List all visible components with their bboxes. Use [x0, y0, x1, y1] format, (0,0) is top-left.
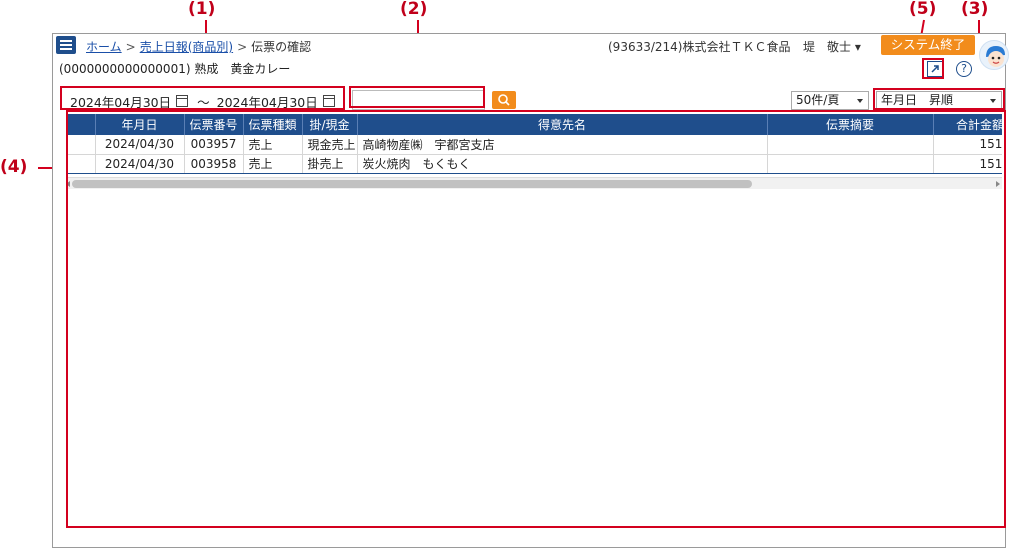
breadcrumb-current: 伝票の確認 [251, 40, 312, 54]
callout-4: (4) [0, 157, 28, 177]
date-to-field[interactable]: 2024年04月30日 [214, 92, 321, 111]
cell-total: 151,20 [933, 153, 1002, 174]
row-marker [66, 153, 96, 174]
date-range-filter: 2024年04月30日 ～ 2024年04月30日 [67, 92, 340, 110]
horizontal-scrollbar[interactable] [66, 177, 1002, 189]
column-header[interactable]: 掛/現金 [302, 114, 358, 135]
sort-order-select[interactable]: 年月日 昇順 [876, 91, 1002, 110]
scrollbar-thumb[interactable] [72, 180, 752, 188]
user-menu[interactable]: 堤 敬士 ▾ [803, 38, 861, 55]
cell-payment: 現金売上 [302, 135, 358, 155]
breadcrumb-home[interactable]: ホーム [86, 40, 122, 54]
help-icon[interactable]: ? [956, 61, 972, 77]
scroll-left-icon[interactable] [66, 181, 70, 187]
column-header [67, 114, 96, 135]
system-exit-button[interactable]: システム終了 [881, 35, 975, 55]
chevron-down-icon [990, 99, 996, 103]
cell-payment: 掛売上 [302, 153, 358, 174]
range-separator: ～ [197, 94, 210, 110]
cell-slip-type: 売上 [243, 153, 303, 174]
table-header-row: 年月日 伝票番号 伝票種類 掛/現金 得意先名 伝票摘要 合計金額 [67, 114, 1002, 135]
search-input[interactable] [352, 90, 485, 110]
cell-customer: 高崎物産㈱ 宇都宮支店 [357, 135, 768, 155]
search-icon [498, 94, 510, 106]
column-header[interactable]: 伝票番号 [184, 114, 244, 135]
cell-total: 151,20 [933, 135, 1002, 155]
callout-2: (2) [400, 0, 428, 19]
row-marker [67, 135, 96, 155]
search-button[interactable] [492, 91, 516, 109]
callout-5: (5) [909, 0, 937, 19]
app-window: ホーム > 売上日報(商品別) > 伝票の確認 (93633/214)株式会社ＴＫＣ食品… [52, 33, 1009, 548]
table-row[interactable]: 2024/04/30 003957 売上 現金売上 高崎物産㈱ 宇都宮支店 15… [67, 135, 1002, 155]
company-name: (93633/214)株式会社ＴＫＣ食品 [608, 40, 791, 54]
cell-customer: 炭火焼肉 もくもく [357, 153, 768, 174]
callout-3: (3) [961, 0, 989, 19]
product-subtitle: (0000000000000001) 熟成 黄金カレー [59, 62, 291, 76]
breadcrumb-sales-report[interactable]: 売上日報(商品別) [140, 40, 233, 54]
column-header[interactable]: 合計金額 [933, 114, 1002, 135]
cell-memo [767, 135, 934, 155]
menu-icon[interactable] [56, 36, 76, 54]
cell-memo [767, 153, 934, 174]
callout-1: (1) [188, 0, 216, 19]
column-header[interactable]: 得意先名 [357, 114, 768, 135]
external-link-icon[interactable] [927, 61, 943, 77]
calendar-icon[interactable] [176, 95, 189, 107]
mascot-icon[interactable] [979, 40, 1009, 70]
top-bar: ホーム > 売上日報(商品別) > 伝票の確認 (93633/214)株式会社ＴＫＣ食品… [53, 34, 1009, 70]
cell-slip-no: 003958 [184, 153, 244, 174]
column-header[interactable]: 伝票摘要 [767, 114, 934, 135]
calendar-icon[interactable] [322, 95, 335, 107]
column-header[interactable]: 年月日 [95, 114, 185, 135]
scroll-right-icon[interactable] [996, 181, 1000, 187]
per-page-select[interactable]: 50件/頁 [791, 91, 869, 110]
cell-slip-type: 売上 [243, 135, 303, 155]
chevron-down-icon [857, 99, 863, 103]
table-row[interactable]: 2024/04/30 003958 売上 掛売上 炭火焼肉 もくもく 151,2… [66, 153, 1002, 174]
column-header[interactable]: 伝票種類 [243, 114, 303, 135]
breadcrumb: ホーム > 売上日報(商品別) > 伝票の確認 [86, 40, 312, 54]
cell-date: 2024/04/30 [95, 153, 185, 174]
date-from-field[interactable]: 2024年04月30日 [67, 92, 174, 111]
cell-date: 2024/04/30 [95, 135, 185, 155]
cell-slip-no: 003957 [184, 135, 244, 155]
